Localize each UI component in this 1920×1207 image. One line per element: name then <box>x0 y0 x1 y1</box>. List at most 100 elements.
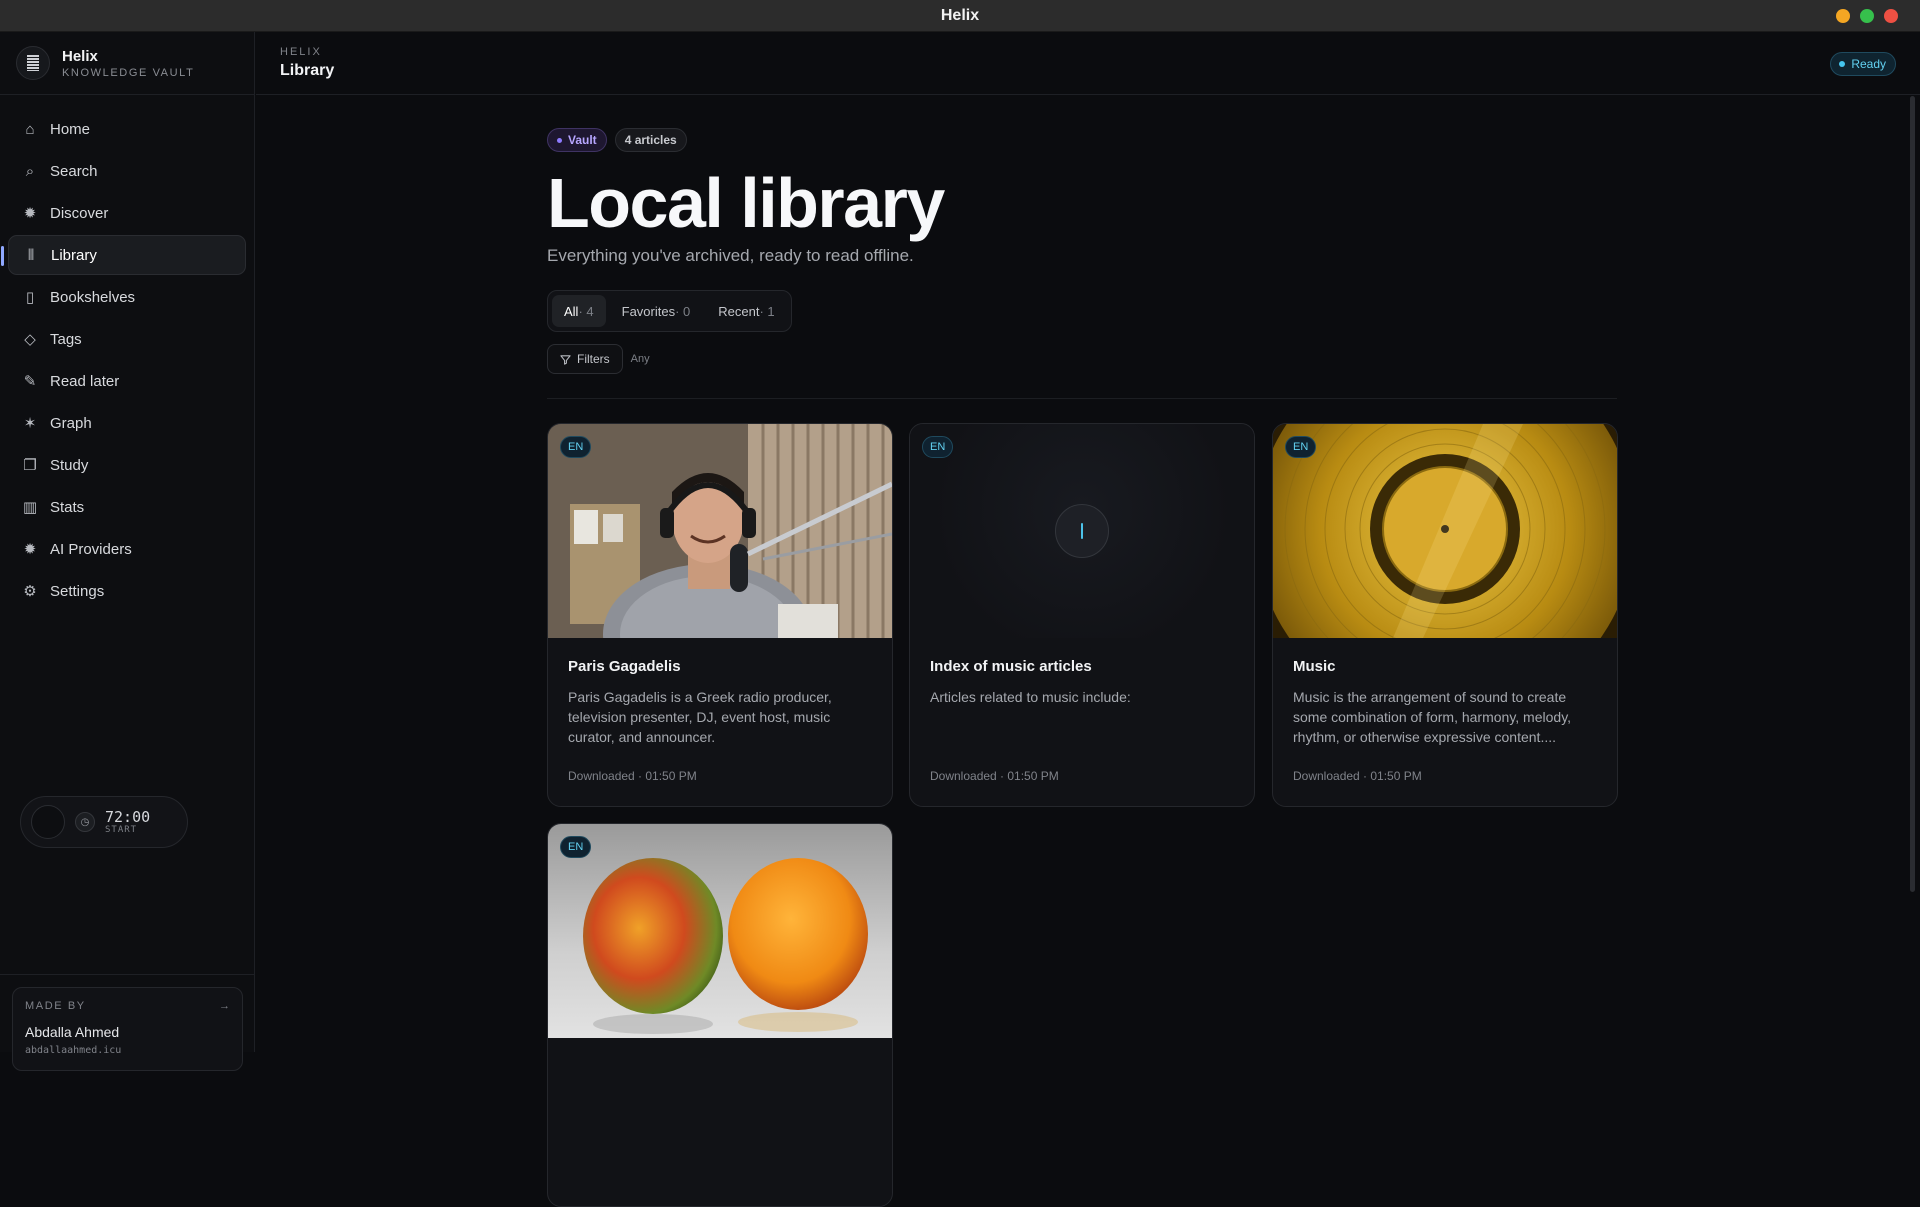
sidebar-item-settings[interactable]: ⚙ Settings <box>8 571 246 611</box>
library-tabs: All · 4 Favorites · 0 Recent · 1 <box>547 290 792 332</box>
article-excerpt: Articles related to music include: <box>930 689 1131 705</box>
sidebar-item-library[interactable]: ⫴ Library <box>1 235 246 275</box>
main-content: Vault 4 articles Local library Everythin… <box>547 128 1618 1207</box>
cards-icon: ❐ <box>23 457 37 474</box>
sidebar-item-tags[interactable]: ◇ Tags <box>8 319 246 359</box>
tab-count: · 1 <box>759 303 775 319</box>
sidebar-nav: ⌂ Home ⌕ Search ✹ Discover ⫴ Library ▯ Bookshelve… <box>0 95 254 611</box>
brand-name: Helix <box>62 47 98 65</box>
library-icon: ⫴ <box>27 246 35 264</box>
bookmark-icon: ▯ <box>25 289 35 306</box>
timer-progress-ring <box>31 805 65 839</box>
language-badge: EN <box>922 436 954 458</box>
sidebar-item-graph[interactable]: ✶ Graph <box>8 403 246 443</box>
article-card[interactable]: EN Paris Gagadelis Paris Gagadelis is a … <box>547 423 893 807</box>
breadcrumb: HELIX <box>280 46 322 58</box>
language-badge: EN <box>560 436 592 458</box>
sidebar-item-search[interactable]: ⌕ Search <box>8 151 246 191</box>
library-heading: Local library <box>547 164 945 242</box>
article-excerpt: Music is the arrangement of sound to cre… <box>1293 689 1572 745</box>
tab-recent[interactable]: Recent · 1 <box>706 295 786 327</box>
sidebar-item-label: Library <box>51 246 97 264</box>
placeholder-cursor-icon <box>1055 504 1109 558</box>
sidebar-item-label: Tags <box>50 330 82 348</box>
language-badge: EN <box>1285 436 1317 458</box>
sidebar-item-label: AI Providers <box>50 540 132 558</box>
sidebar-item-label: Home <box>50 120 91 138</box>
window-title: Helix <box>940 6 980 24</box>
article-meta: Downloaded · 01:50 PM <box>568 769 697 783</box>
sidebar-item-home[interactable]: ⌂ Home <box>8 109 246 149</box>
filters-value[interactable]: Any <box>631 353 650 365</box>
tab-label: Recent <box>718 303 760 319</box>
helix-logo-icon <box>16 46 50 80</box>
sidebar-item-label: Stats <box>50 498 85 516</box>
sidebar-item-bookshelves[interactable]: ▯ Bookshelves <box>8 277 246 317</box>
tab-all[interactable]: All · 4 <box>552 295 606 327</box>
article-thumbnail-placeholder <box>910 424 1254 638</box>
window-titlebar: Helix <box>0 0 1920 32</box>
gear-icon: ⚙ <box>23 583 37 600</box>
filters-label: Filters <box>577 352 610 366</box>
bar-chart-icon: ▥ <box>22 499 38 516</box>
golden-record-photo <box>1273 424 1617 638</box>
maximize-button[interactable] <box>1860 9 1874 23</box>
library-subtitle: Everything you've archived, ready to rea… <box>547 246 914 265</box>
sidebar-item-study[interactable]: ❐ Study <box>8 445 246 485</box>
tag-icon: ◇ <box>24 331 36 348</box>
focus-timer[interactable]: ◷ 72:00 START <box>20 796 188 848</box>
tab-favorites[interactable]: Favorites · 0 <box>610 295 703 327</box>
language-badge: EN <box>560 836 592 858</box>
search-icon: ⌕ <box>25 162 35 180</box>
article-meta: Downloaded · 01:50 PM <box>930 769 1059 783</box>
compass-icon: ✹ <box>23 205 37 222</box>
home-icon: ⌂ <box>25 120 35 138</box>
sidebar: Helix KNOWLEDGE VAULT ⌂ Home ⌕ Search ✹ Disco… <box>0 32 255 1071</box>
sidebar-item-label: Study <box>50 456 89 474</box>
close-button[interactable] <box>1884 9 1898 23</box>
sidebar-item-label: Bookshelves <box>50 288 136 306</box>
filter-funnel-icon <box>560 354 571 365</box>
vault-pill-label: Vault <box>568 133 597 147</box>
tab-count: · 0 <box>675 303 691 319</box>
article-thumbnail <box>548 424 892 638</box>
article-excerpt: Paris Gagadelis is a Greek radio produce… <box>568 689 832 745</box>
sidebar-item-read-later[interactable]: ✎ Read later <box>8 361 246 401</box>
vault-pill: Vault <box>547 128 607 152</box>
arrow-right-icon: → <box>219 1000 230 1012</box>
sidebar-item-stats[interactable]: ▥ Stats <box>8 487 246 527</box>
minimize-button[interactable] <box>1836 9 1850 23</box>
sidebar-item-label: Search <box>50 162 98 180</box>
top-header: HELIX Library Ready <box>256 32 1920 95</box>
article-title[interactable]: Music <box>1293 658 1336 675</box>
clock-icon: ◷ <box>75 812 95 832</box>
status-dot-icon <box>1839 61 1846 67</box>
sidebar-item-label: Settings <box>50 582 105 600</box>
tab-label: All <box>564 303 579 319</box>
vault-dot-icon <box>557 137 562 143</box>
author-url[interactable]: abdallaahmed.icu <box>25 1045 230 1056</box>
radio-host-photo <box>548 424 892 638</box>
sparkle-icon: ✹ <box>23 541 37 558</box>
divider <box>547 398 1617 399</box>
timer-start-label[interactable]: START <box>105 825 150 835</box>
article-card[interactable]: EN Music Music is the arrangement of sou… <box>1272 423 1618 807</box>
made-by-card[interactable]: MADE BY → Abdalla Ahmed abdallaahmed.icu <box>12 987 243 1071</box>
filters-button[interactable]: Filters <box>547 344 623 374</box>
sidebar-item-discover[interactable]: ✹ Discover <box>8 193 246 233</box>
author-name: Abdalla Ahmed <box>25 1024 120 1040</box>
pin-icon: ✎ <box>23 373 37 390</box>
sidebar-item-ai-providers[interactable]: ✹ AI Providers <box>8 529 246 569</box>
article-card[interactable]: EN Index of music articles Articles rela… <box>909 423 1255 807</box>
timer-time: 72:00 <box>105 807 151 826</box>
article-thumbnail <box>548 824 892 1038</box>
article-title[interactable]: Index of music articles <box>930 658 1092 675</box>
scrollbar[interactable] <box>1910 96 1915 892</box>
article-meta: Downloaded · 01:50 PM <box>1293 769 1422 783</box>
article-card[interactable]: EN <box>547 823 893 1207</box>
article-title[interactable]: Paris Gagadelis <box>568 658 681 675</box>
graph-icon: ✶ <box>23 415 37 432</box>
brand[interactable]: Helix KNOWLEDGE VAULT <box>0 32 254 95</box>
tab-label: Favorites <box>621 303 676 319</box>
page-title: Library <box>280 62 335 79</box>
